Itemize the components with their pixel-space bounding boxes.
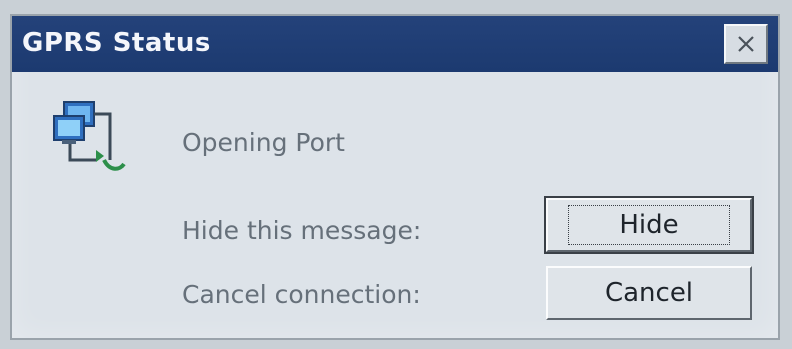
close-button[interactable] [724, 24, 768, 64]
title-bar[interactable]: GPRS Status [12, 16, 778, 72]
network-connection-icon [53, 101, 126, 171]
cancel-button[interactable]: Cancel [546, 266, 752, 320]
hide-message-label: Hide this message: [182, 216, 422, 245]
hide-button-label: Hide [568, 205, 730, 245]
window-title: GPRS Status [22, 28, 211, 58]
connection-status-text: Opening Port [182, 128, 345, 157]
hide-button[interactable]: Hide [544, 196, 754, 254]
cancel-connection-label: Cancel connection: [182, 280, 421, 309]
gprs-status-dialog: GPRS Status Opening Port Hide this messa… [10, 14, 780, 340]
close-icon [738, 36, 754, 52]
